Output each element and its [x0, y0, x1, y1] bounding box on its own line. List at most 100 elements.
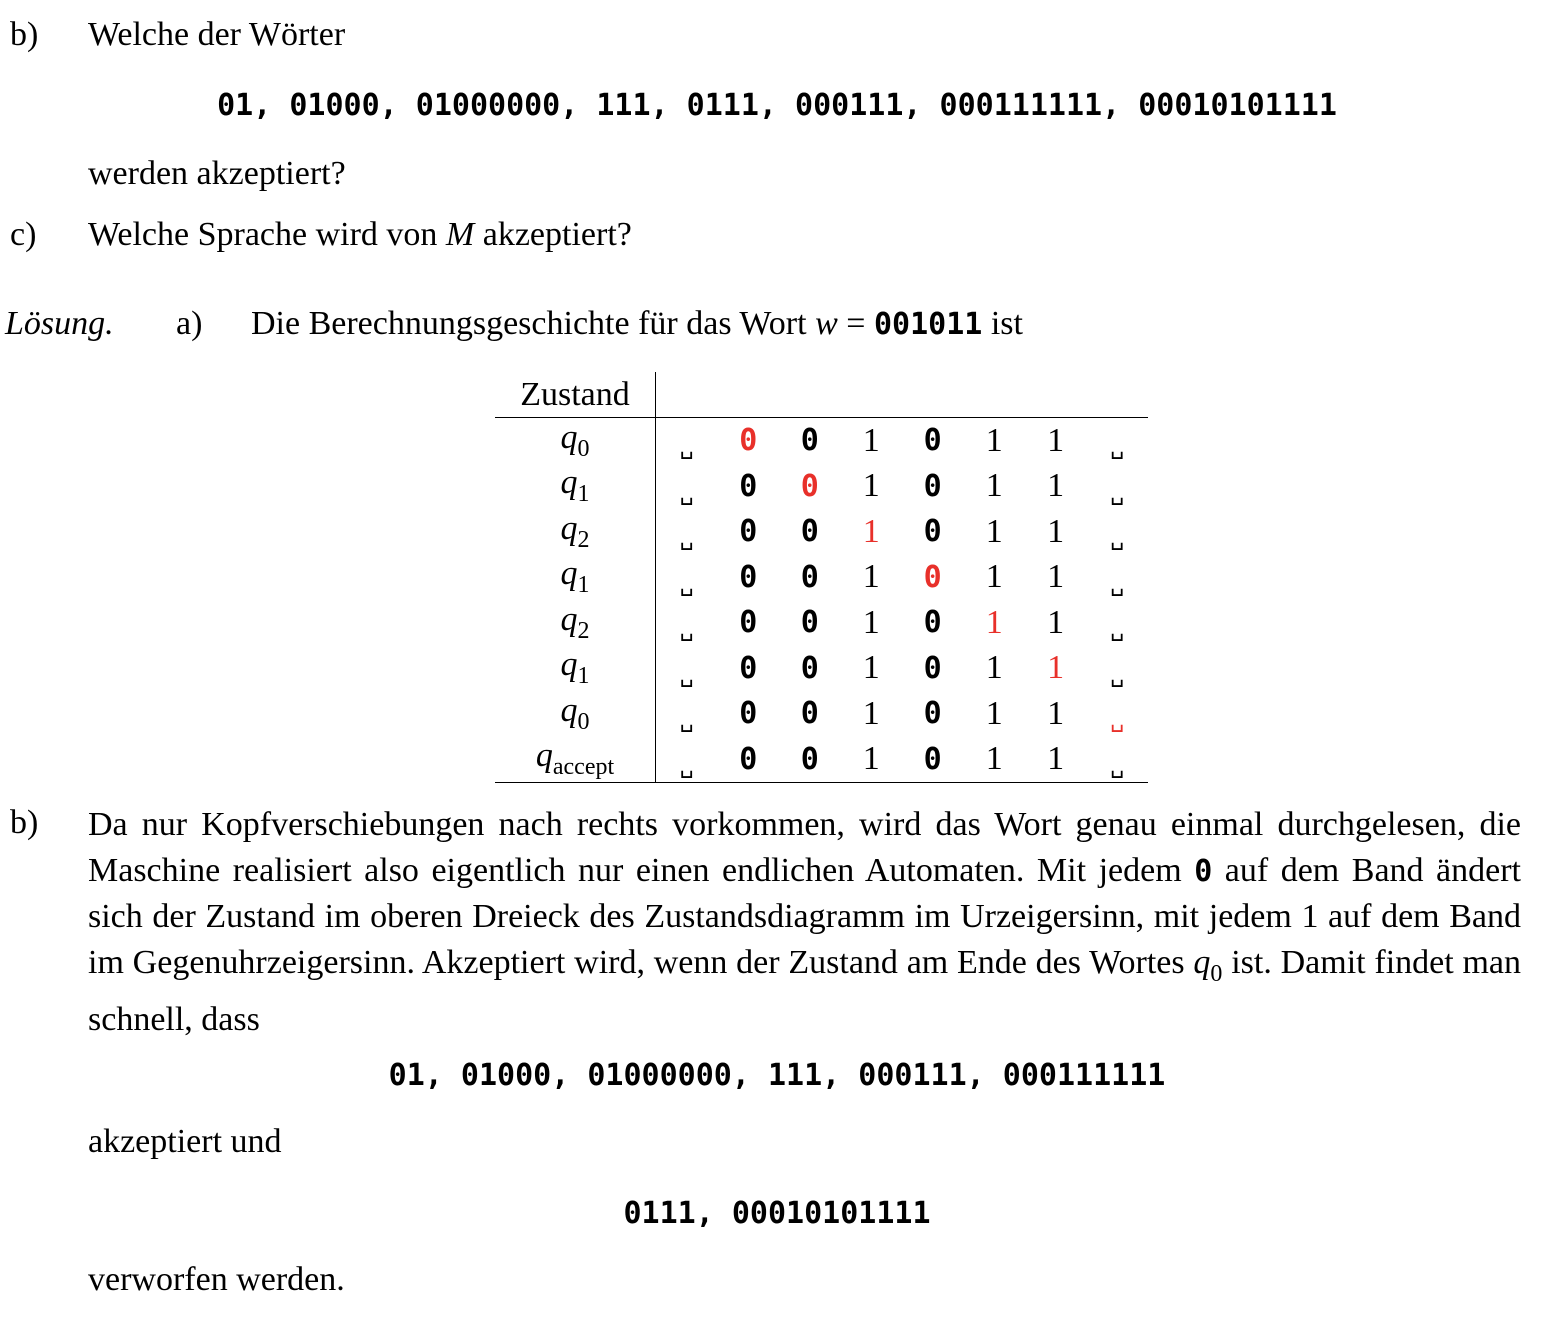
solution-a-label: a) [176, 305, 203, 342]
tape-symbol: 1 [985, 512, 1003, 550]
blank-symbol: ␣ [679, 480, 694, 506]
tape-cell: 1 [1025, 509, 1086, 555]
tape-symbol: 1 [862, 512, 880, 550]
tape-symbol: 0 [739, 559, 758, 595]
table-row: q1 ␣ 0 0 1 0 1 1 ␣ [495, 554, 1148, 601]
state-cell: q1 [495, 645, 656, 691]
tape-symbol: 1 [862, 467, 880, 505]
state: q [535, 737, 553, 775]
tape-cell: 1 [963, 555, 1024, 601]
state: q [560, 464, 578, 502]
question-c-label: c) [10, 216, 37, 253]
blank-symbol: ␣ [1110, 480, 1125, 506]
tape-symbol: 1 [1047, 512, 1065, 550]
tape-cell: ␣ [1086, 646, 1148, 692]
tape-symbol: 0 [800, 559, 819, 595]
tape-symbol: 0 [923, 741, 942, 777]
tape-cell: 1 [1024, 736, 1087, 783]
tape-cell: ␣ [656, 691, 718, 737]
state-sub: 0 [1210, 960, 1223, 987]
tape-cell: 0 [902, 418, 963, 464]
tape-symbol: 1 [985, 421, 1003, 459]
tape-cell: 1 [840, 464, 901, 510]
question-b-after: werden akzeptiert? [88, 155, 346, 192]
tape-cell: ␣ [656, 464, 718, 510]
tape-cell: 0 [902, 691, 963, 737]
tape-cell: 0 [779, 646, 840, 692]
text: akzeptiert? [474, 216, 632, 253]
tape-symbol: 1 [862, 740, 880, 778]
tape-symbol: 1 [985, 603, 1003, 641]
question-b-label: b) [10, 16, 39, 53]
tape-symbol: 1 [985, 740, 1003, 778]
computation-history-table: Zustand q0 ␣ 0 0 1 0 1 1 ␣ q1 ␣ 0 0 1 0 1 1 ␣ q2 ␣ 0 0 1 0 1 1 ␣ q1… [495, 372, 1148, 783]
tape-cell: ␣ [656, 555, 718, 601]
state: q [560, 600, 578, 638]
table-row: q1 ␣ 0 0 1 0 1 1 ␣ [495, 645, 1148, 692]
blank-symbol: ␣ [1110, 753, 1125, 779]
state-cell: q2 [495, 600, 656, 646]
accepted-words: 01, 01000, 01000000, 111, 000111, 000111… [388, 1058, 1166, 1093]
state-cell: q1 [495, 463, 656, 509]
tape-cell: ␣ [656, 646, 718, 692]
tape-cell: ␣ [656, 600, 718, 646]
tape-symbol: 0 [800, 741, 819, 777]
question-b-text: Welche der Wörter [88, 16, 346, 53]
tape-symbol: 1 [862, 603, 880, 641]
state: q [1193, 943, 1211, 981]
tape-cell: 0 [902, 464, 963, 510]
tape-cell: 0 [779, 736, 841, 783]
tape-cell: 0 [718, 646, 779, 692]
text: Welche Sprache wird von [88, 216, 446, 253]
tape-cell: 1 [1025, 691, 1086, 737]
state-sub: 1 [577, 663, 590, 690]
tape-symbol: 1 [862, 421, 880, 459]
table-row: q2 ␣ 0 0 1 0 1 1 ␣ [495, 509, 1148, 555]
tape-symbol: 0 [800, 650, 819, 686]
question-b-words: 01, 01000, 01000000, 111, 0111, 000111, … [217, 88, 1337, 123]
tape-cell: 1 [840, 691, 901, 737]
tape-cell: 1 [840, 600, 901, 646]
text: = [837, 305, 874, 342]
rejected-words: 0111, 00010101111 [623, 1196, 931, 1231]
tape-symbol: 1 [1047, 603, 1065, 641]
state-sub: 1 [577, 481, 590, 508]
tape-symbol: 0 [800, 696, 819, 732]
state-cell: qaccept [495, 736, 656, 783]
tape-symbol: 0 [923, 605, 942, 641]
tape-cell: ␣ [1086, 509, 1148, 555]
tape-symbol: 0 [800, 514, 819, 550]
blank-symbol: ␣ [679, 526, 694, 552]
tape-symbol: 0 [739, 696, 758, 732]
tape-cell: 1 [840, 418, 901, 464]
tape-symbol: 0 [739, 514, 758, 550]
header-state: Zustand [495, 372, 656, 418]
tape-symbol: 1 [1047, 421, 1065, 459]
tape-symbol: 1 [1047, 558, 1065, 596]
header-tape [655, 372, 1148, 418]
tape-cell: 0 [779, 691, 840, 737]
tape-symbol: 0 [923, 559, 942, 595]
state-cell: q1 [495, 554, 656, 600]
text: ist [982, 305, 1023, 342]
tape-cell: 0 [779, 555, 840, 601]
tape-symbol: 1 [862, 649, 880, 687]
blank-symbol: ␣ [1110, 617, 1125, 643]
symbol: 0 [1194, 853, 1213, 889]
tape-cell: 1 [1025, 600, 1086, 646]
tape-symbol: 0 [923, 514, 942, 550]
state-sub: 1 [577, 572, 590, 599]
variable: w [815, 305, 838, 342]
blank-symbol: ␣ [679, 753, 694, 779]
tape-cell: 1 [840, 736, 902, 783]
tape-cell: 0 [718, 555, 779, 601]
tape-cell: 0 [902, 509, 963, 555]
blank-symbol: ␣ [1110, 708, 1125, 734]
tape-cell: ␣ [1086, 736, 1148, 783]
tape-cell: ␣ [656, 418, 718, 464]
state: q [560, 691, 578, 729]
tape-cell: 0 [718, 691, 779, 737]
tape-symbol: 1 [862, 558, 880, 596]
rejected-text: verworfen werden. [88, 1261, 345, 1298]
solution-b-paragraph: Da nur Kopfverschiebungen nach rechts vo… [88, 802, 1521, 1042]
